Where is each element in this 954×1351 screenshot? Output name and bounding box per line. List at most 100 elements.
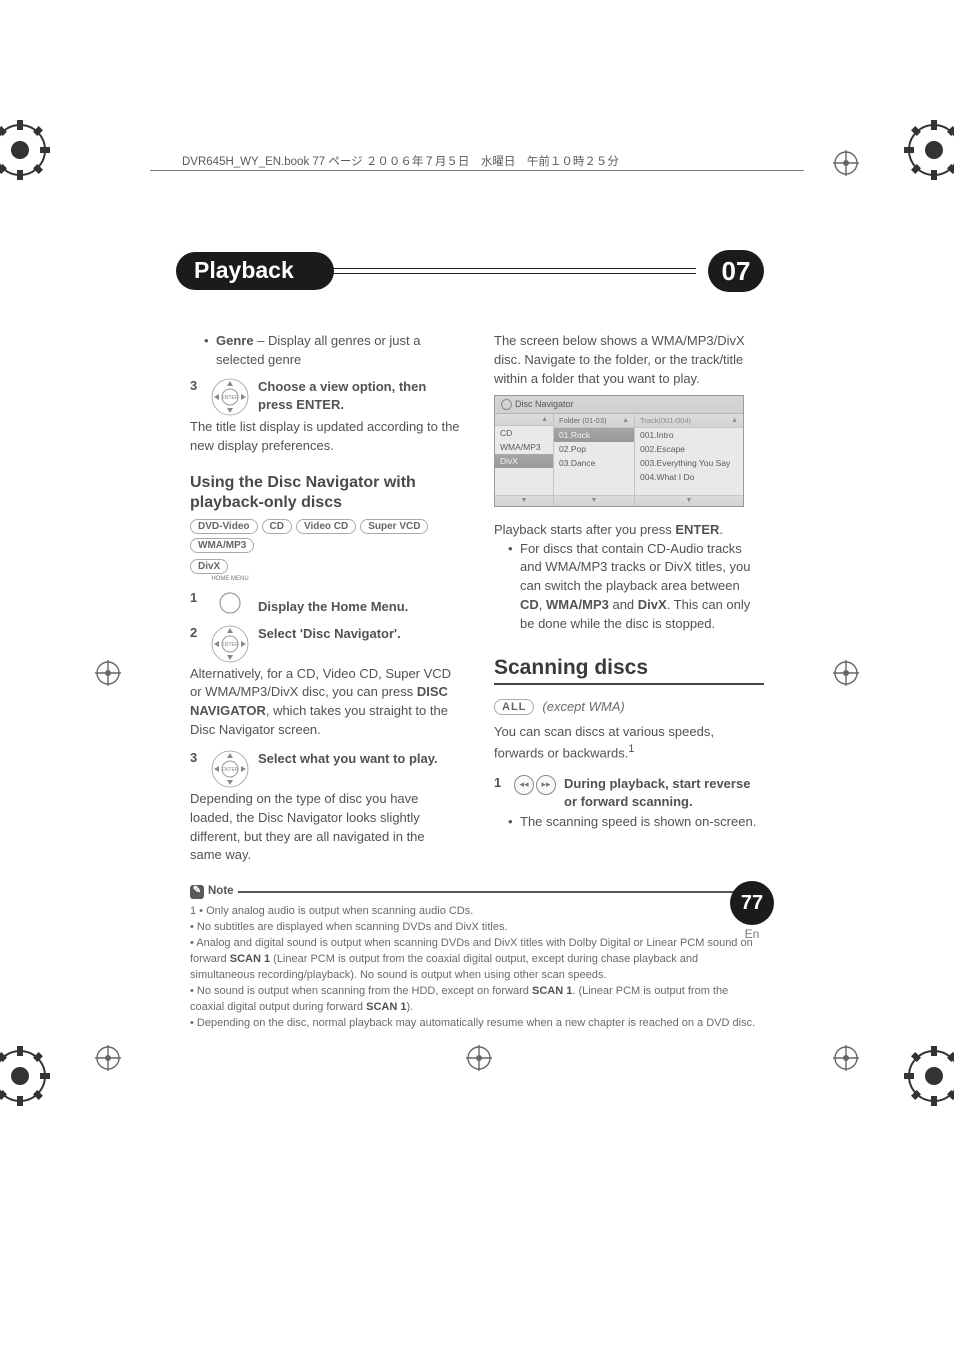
print-gear-icon	[904, 120, 954, 180]
rb-a: For discs that contain CD-Audio tracks a…	[520, 541, 750, 594]
home-menu-button-icon	[219, 592, 241, 614]
bullet-genre-bold: Genre	[216, 333, 254, 348]
n3b: SCAN 1	[230, 953, 270, 965]
nav-col3-item: 001.Intro	[635, 428, 743, 442]
note-block: ✎ Note 1 • Only analog audio is output w…	[190, 891, 764, 1031]
n4a: • No sound is output when scanning from …	[190, 985, 532, 997]
step2-after: Alternatively, for a CD, Video CD, Super…	[190, 665, 460, 740]
tag-video-cd: Video CD	[296, 519, 356, 534]
meta-rule	[150, 170, 804, 171]
nav-col3-item: 002.Escape	[635, 442, 743, 456]
step-number: 1	[494, 775, 506, 792]
nav-col1-item-selected: DivX	[495, 454, 553, 468]
scan-bullet: The scanning speed is shown on-screen.	[508, 813, 764, 832]
scan-reverse-icon: ◂◂	[514, 775, 534, 795]
except-wma: (except WMA)	[542, 699, 624, 714]
tag-super-vcd: Super VCD	[360, 519, 428, 534]
print-gear-icon	[0, 1046, 50, 1106]
after-shot-b: ENTER	[675, 522, 719, 537]
step-number: 3	[190, 378, 202, 395]
nav-col2-head-text: Folder (01-03)	[559, 416, 607, 425]
rb-c: ,	[539, 597, 546, 612]
disc-navigator-screenshot: Disc Navigator CD WMA/MP3 DivX Folder (0…	[494, 395, 744, 507]
nav-disc-icon	[501, 399, 512, 410]
tag-cd: CD	[262, 519, 292, 534]
note-line: 1 • Only analog audio is output when sca…	[190, 904, 764, 920]
nav-col3-item: 003.Everything You Say	[635, 456, 743, 470]
step2-after-a: Alternatively, for a CD, Video CD, Super…	[190, 666, 451, 700]
note-line: • Depending on the disc, normal playback…	[190, 1016, 764, 1032]
after-shot-line: Playback starts after you press ENTER.	[494, 521, 764, 540]
scan-step1-text: During playback, start reverse or forwar…	[564, 775, 764, 811]
down-triangle-icon	[521, 497, 528, 504]
tag-divx: DivX	[190, 559, 228, 574]
up-triangle-icon	[622, 417, 629, 424]
chapter-number-badge: 07	[708, 250, 764, 292]
registration-mark-icon	[833, 660, 859, 686]
header-rule	[326, 268, 696, 274]
nav-col2-item: 02.Pop	[554, 442, 634, 456]
nav-title: Disc Navigator	[515, 399, 574, 409]
nav-col3-head: Track(001-004)	[635, 414, 743, 428]
registration-mark-icon	[833, 1045, 859, 1071]
registration-mark-icon	[466, 1045, 492, 1071]
note-label: ✎ Note	[190, 883, 238, 900]
footnote-ref: 1	[628, 743, 634, 755]
rb-d: WMA/MP3	[546, 597, 609, 612]
scan-para-text: You can scan discs at various speeds, fo…	[494, 724, 714, 760]
tag-dvd-video: DVD-Video	[190, 519, 258, 534]
registration-mark-icon	[95, 1045, 121, 1071]
dpad-enter-icon	[210, 378, 250, 416]
down-triangle-icon	[591, 497, 598, 504]
nav-col3-item: 004.What I Do	[635, 470, 743, 484]
scan-forward-icon: ▸▸	[536, 775, 556, 795]
scan-buttons-icon: ◂◂ ▸▸	[514, 775, 556, 795]
note-line: • Analog and digital sound is output whe…	[190, 936, 764, 984]
nav-col2-item: 03.Dance	[554, 456, 634, 470]
step3-text: Choose a view option, then press ENTER.	[258, 378, 460, 414]
step3b-text: Select what you want to play.	[258, 750, 460, 768]
step2-text: Select 'Disc Navigator'.	[258, 625, 460, 643]
subheading-disc-navigator: Using the Disc Navigator with playback-o…	[190, 473, 460, 513]
step-number: 2	[190, 625, 202, 642]
after-shot-c: .	[719, 522, 723, 537]
print-gear-icon	[904, 1046, 954, 1106]
scan-para: You can scan discs at various speeds, fo…	[494, 723, 764, 763]
n4b: SCAN 1	[532, 985, 572, 997]
registration-mark-icon	[95, 660, 121, 686]
dpad-enter-icon	[210, 625, 250, 663]
n4d: SCAN 1	[366, 1001, 406, 1013]
up-triangle-icon	[731, 417, 738, 424]
right-bullet: For discs that contain CD-Audio tracks a…	[508, 540, 764, 634]
nav-col2-head: Folder (01-03)	[554, 414, 634, 428]
tag-wma-mp3: WMA/MP3	[190, 538, 254, 553]
step1-text: Display the Home Menu.	[258, 590, 460, 616]
tag-all: ALL	[494, 699, 534, 715]
rb-f: DivX	[638, 597, 667, 612]
after-shot-a: Playback starts after you press	[494, 522, 675, 537]
note-label-text: Note	[208, 883, 234, 900]
note-line: • No sound is output when scanning from …	[190, 984, 764, 1016]
registration-mark-icon	[833, 150, 859, 176]
rb-e: and	[609, 597, 638, 612]
home-menu-label: HOME MENU	[211, 576, 248, 582]
page-title: Playback	[176, 252, 334, 290]
note-line: • No subtitles are displayed when scanni…	[190, 920, 764, 936]
page-language: En	[730, 927, 774, 941]
nav-col1-head	[495, 414, 553, 426]
dpad-enter-icon	[210, 750, 250, 788]
step3-after: The title list display is updated accord…	[190, 418, 460, 456]
page-number-badge: 77 En	[730, 881, 774, 941]
chapter-header: Playback 07	[190, 250, 764, 292]
bullet-genre: Genre – Display all genres or just a sel…	[204, 332, 460, 370]
page-number: 77	[730, 881, 774, 925]
nav-col1-item: WMA/MP3	[495, 440, 553, 454]
rb-b: CD	[520, 597, 539, 612]
n4e: ).	[406, 1001, 413, 1013]
nav-col3-head-text: Track(001-004)	[640, 416, 691, 425]
down-triangle-icon	[686, 497, 693, 504]
disc-type-tags-row2: DivX	[190, 559, 460, 574]
book-meta-line: DVR645H_WY_EN.book 77 ページ ２００６年７月５日 水曜日 …	[182, 153, 619, 169]
nav-titlebar: Disc Navigator	[495, 396, 743, 414]
note-icon: ✎	[190, 885, 204, 899]
